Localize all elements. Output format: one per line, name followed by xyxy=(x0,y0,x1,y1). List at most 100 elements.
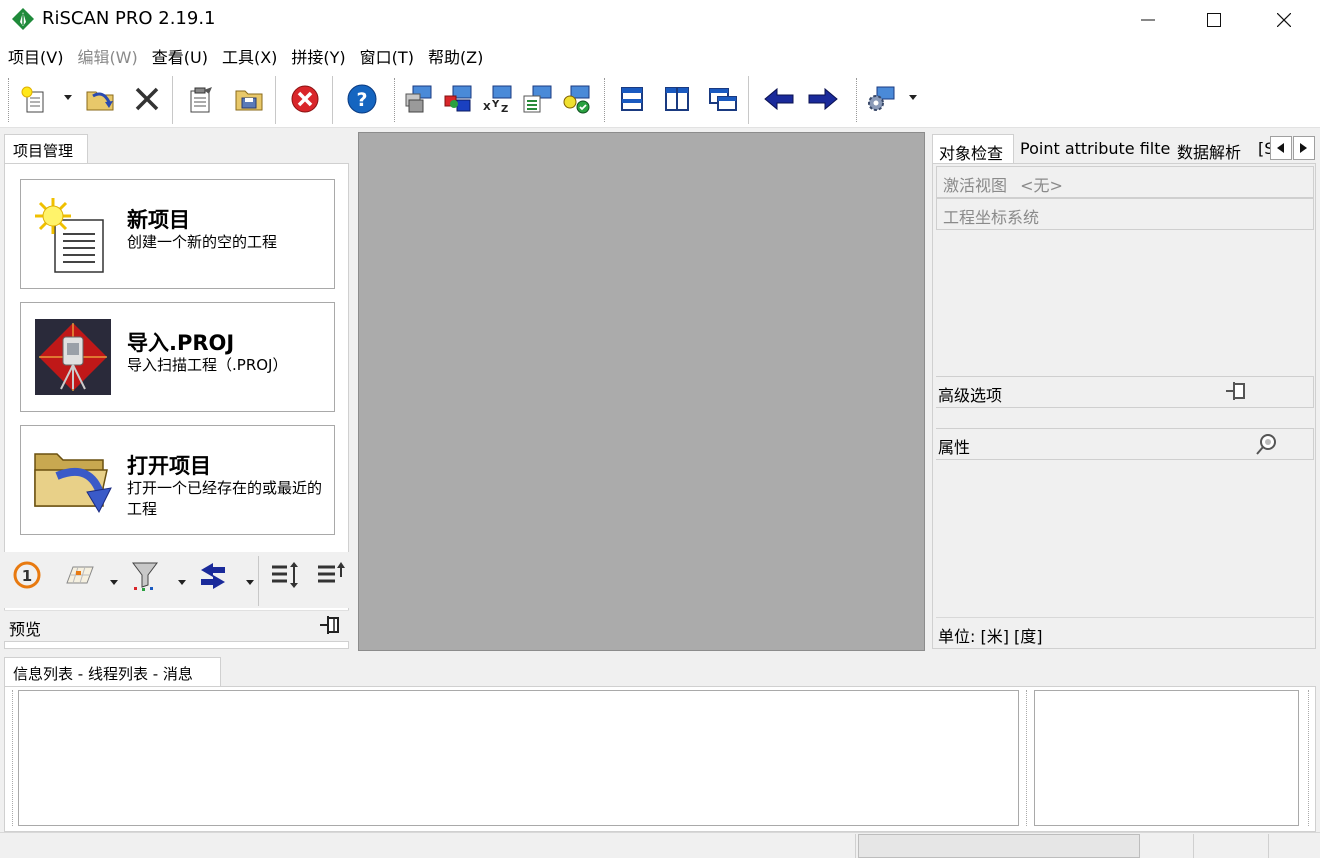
chevron-left-icon xyxy=(1277,143,1284,153)
app-logo-icon xyxy=(12,8,34,30)
open-project-button[interactable] xyxy=(84,82,118,116)
split-vertical-button[interactable] xyxy=(660,82,694,116)
new-project-card-icon xyxy=(33,194,113,276)
pin-button[interactable] xyxy=(318,614,342,638)
cascade-windows-button[interactable] xyxy=(706,82,740,116)
advanced-pin-button[interactable] xyxy=(1224,380,1248,404)
list-view-icon xyxy=(523,85,552,113)
message-detail[interactable] xyxy=(1034,690,1299,826)
scan-positions-button[interactable] xyxy=(402,82,436,116)
chevron-right-icon xyxy=(1300,143,1307,153)
toolbar-separator xyxy=(332,76,333,124)
transform-button[interactable] xyxy=(196,558,230,592)
splitter[interactable] xyxy=(12,690,13,826)
sort-button[interactable] xyxy=(268,558,302,592)
tab-project-manager[interactable]: 项目管理 xyxy=(4,134,88,164)
units-label: 单位: [米] [度] xyxy=(936,617,1314,647)
stop-button[interactable] xyxy=(288,82,322,116)
scan-sequence-button[interactable]: 1 xyxy=(10,558,44,592)
sort-up-icon xyxy=(318,562,345,583)
coord-system-row[interactable]: 工程坐标系统 xyxy=(936,198,1314,230)
window-title: RiSCAN PRO 2.19.1 xyxy=(42,8,216,29)
toolbar-grip[interactable] xyxy=(394,78,396,122)
pushpin-icon xyxy=(1256,434,1276,455)
settings-icon xyxy=(868,86,895,111)
filter-icon xyxy=(132,562,158,591)
menu-bar: 项目(V) 编辑(W) 查看(U) 工具(X) 拼接(Y) 窗口(T) 帮助(Z… xyxy=(0,40,1320,72)
open-project-card[interactable]: 打开项目 打开一个已经存在的或最近的工程 xyxy=(20,425,335,535)
grid-button[interactable] xyxy=(62,558,96,592)
transform-icon xyxy=(201,563,225,589)
maximize-icon xyxy=(1207,13,1221,27)
sort-icon xyxy=(272,562,298,588)
back-arrow-icon xyxy=(764,87,794,111)
new-project-button[interactable] xyxy=(16,82,50,116)
new-project-dropdown[interactable] xyxy=(64,95,72,100)
toolbar-grip[interactable] xyxy=(856,78,858,122)
split-horizontal-icon xyxy=(621,87,643,111)
register-button[interactable] xyxy=(442,82,476,116)
split-horizontal-button[interactable] xyxy=(615,82,649,116)
transform-dropdown[interactable] xyxy=(246,580,254,585)
main-toolbar: ? XYZ xyxy=(0,72,1320,128)
preview-header xyxy=(4,610,349,642)
list-view-button[interactable] xyxy=(520,82,554,116)
properties-pin-button[interactable] xyxy=(1254,432,1278,456)
close-project-icon xyxy=(135,87,159,111)
menu-project[interactable]: 项目(V) xyxy=(8,44,63,68)
help-button[interactable]: ? xyxy=(345,82,379,116)
scan-sequence-icon: 1 xyxy=(13,561,41,589)
tab-info-list[interactable]: 信息列表 - 线程列表 - 消息 xyxy=(4,657,221,687)
toolbar-grip[interactable] xyxy=(8,78,10,122)
back-button[interactable] xyxy=(762,82,796,116)
tab-data-analysis[interactable]: 数据解析 xyxy=(1171,134,1263,164)
tab-point-attribute-filter[interactable]: Point attribute filter xyxy=(1014,134,1171,164)
settings-button[interactable] xyxy=(864,82,898,116)
splitter[interactable] xyxy=(1026,690,1027,826)
save-button[interactable] xyxy=(232,82,266,116)
xyz-coordinates-icon: XYZ xyxy=(483,85,512,114)
filter-button[interactable] xyxy=(128,558,162,592)
maximize-button[interactable] xyxy=(1181,0,1247,40)
sort-up-button[interactable] xyxy=(314,558,348,592)
message-list[interactable] xyxy=(18,690,1019,826)
forward-button[interactable] xyxy=(806,82,840,116)
svg-text:X: X xyxy=(483,102,491,113)
grid-icon xyxy=(66,566,94,584)
minimize-button[interactable] xyxy=(1115,0,1181,40)
properties-icon xyxy=(190,87,212,113)
preview-label: 预览 xyxy=(9,620,42,639)
tab-scroll-right-button[interactable] xyxy=(1293,136,1315,160)
xyz-coordinates-button[interactable]: XYZ xyxy=(480,82,514,116)
menu-registration[interactable]: 拼接(Y) xyxy=(291,44,345,68)
check-button[interactable] xyxy=(560,82,594,116)
advanced-options-header[interactable]: 高级选项 xyxy=(936,376,1314,408)
grid-dropdown[interactable] xyxy=(110,580,118,585)
tab-scroll-left-button[interactable] xyxy=(1270,136,1292,160)
toolbar-grip[interactable] xyxy=(604,78,606,122)
menu-view[interactable]: 查看(U) xyxy=(152,44,208,68)
new-project-card[interactable]: 新项目 创建一个新的空的工程 xyxy=(20,179,335,289)
menu-edit[interactable]: 编辑(W) xyxy=(77,44,137,68)
properties-button[interactable] xyxy=(184,82,218,116)
splitter[interactable] xyxy=(1308,690,1309,826)
toolbar-separator xyxy=(172,76,173,124)
open-project-title: 打开项目 xyxy=(127,454,211,478)
menu-window[interactable]: 窗口(T) xyxy=(360,44,414,68)
close-button[interactable] xyxy=(1251,0,1317,40)
menu-help[interactable]: 帮助(Z) xyxy=(428,44,483,68)
inspector-tabs: 对象检查 Point attribute filter 数据解析 [S xyxy=(932,134,1316,164)
menu-tools[interactable]: 工具(X) xyxy=(222,44,277,68)
filter-dropdown[interactable] xyxy=(178,580,186,585)
tab-object-inspector[interactable]: 对象检查 xyxy=(932,134,1014,164)
main-viewport[interactable] xyxy=(358,132,925,651)
import-proj-title: 导入.PROJ xyxy=(127,331,235,355)
close-icon xyxy=(1277,13,1291,27)
svg-text:1: 1 xyxy=(22,567,32,585)
settings-dropdown[interactable] xyxy=(909,95,917,100)
close-project-button[interactable] xyxy=(130,82,164,116)
import-proj-card[interactable]: 导入.PROJ 导入扫描工程（.PROJ） xyxy=(20,302,335,412)
scan-positions-icon xyxy=(405,85,432,113)
import-proj-desc: 导入扫描工程（.PROJ） xyxy=(127,356,288,374)
active-view-value: <无> xyxy=(1020,176,1063,195)
